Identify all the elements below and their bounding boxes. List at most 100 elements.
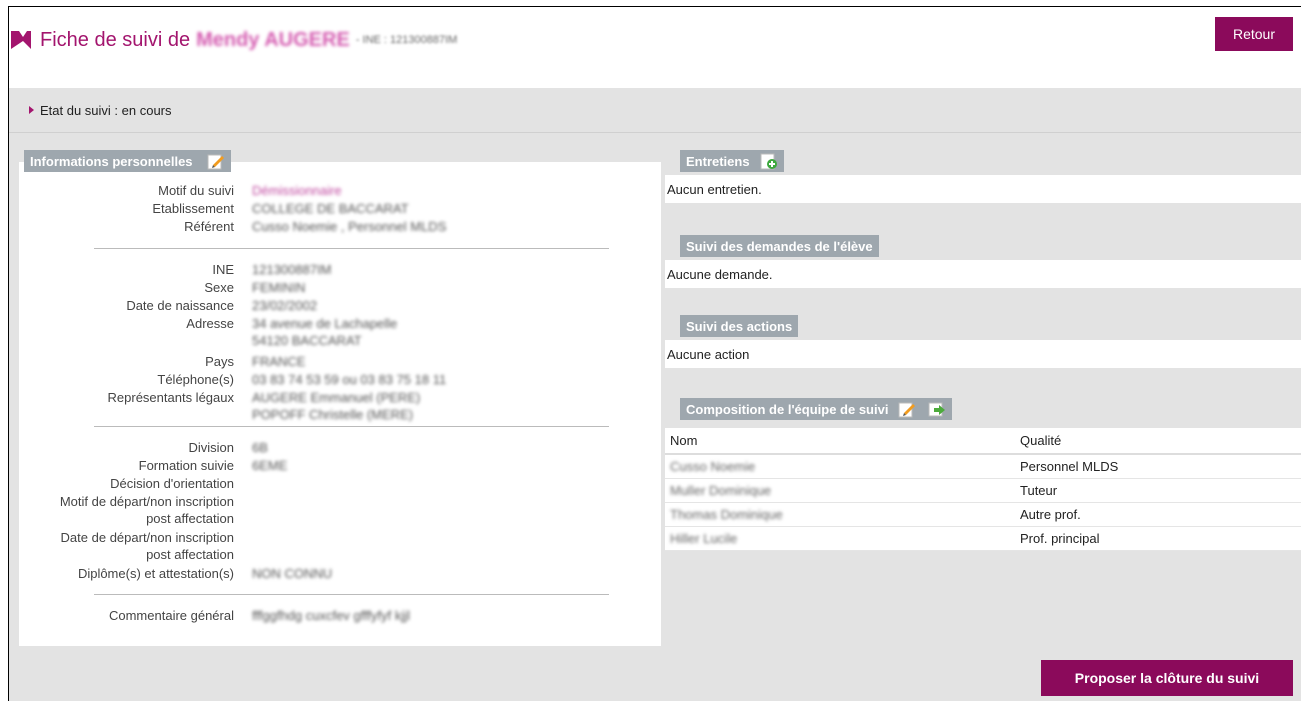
status-label: Etat du suivi : en cours [40, 102, 172, 118]
info-row: Date de naissance 23/02/2002 [19, 297, 661, 314]
table-row: Muller Dominique Tuteur [665, 478, 1301, 503]
team-header: Composition de l'équipe de suivi [680, 398, 953, 420]
info-row: Pays FRANCE [19, 353, 661, 370]
info-row: Formation suivie 6EME [19, 457, 661, 474]
table-row: Hiller Lucile Prof. principal [665, 526, 1301, 551]
info-row: Sexe FEMININ [19, 279, 661, 296]
add-icon[interactable] [760, 152, 778, 170]
page-header: Fiche de suivi de Mendy AUGERE - INE : 1… [10, 20, 457, 60]
demandes-header: Suivi des demandes de l'élève [680, 235, 879, 257]
section-title: Composition de l'équipe de suivi [686, 401, 889, 417]
member-role: Prof. principal [1015, 526, 1301, 551]
field-value: COLLEGE DE BACCARAT [252, 201, 409, 216]
info-row: Motif du suivi Démissionnaire [19, 182, 661, 199]
empty-message: Aucun entretien. [667, 181, 762, 197]
team-table: Nom Qualité Cusso Noemie Personnel MLDS … [665, 428, 1301, 551]
actions-bar: Aucune action [665, 340, 1301, 368]
empty-message: Aucune action [667, 346, 750, 362]
field-label: Date de naissance [126, 298, 234, 313]
info-row: INE 121300887IM [19, 261, 661, 278]
divider [94, 426, 609, 427]
field-label: Représentants légaux [107, 390, 234, 405]
section-title: Entretiens [686, 153, 750, 169]
bullet-arrow-icon [29, 106, 34, 114]
field-value: FEMININ [252, 280, 306, 295]
member-name: Thomas Dominique [665, 502, 1015, 527]
field-value: 121300887IM [252, 262, 332, 277]
field-label: Sexe [204, 280, 234, 295]
column-header-qualite: Qualité [1015, 428, 1301, 455]
section-title: Suivi des demandes de l'élève [686, 238, 873, 254]
table-row: Cusso Noemie Personnel MLDS [665, 454, 1301, 479]
member-role: Autre prof. [1015, 502, 1301, 527]
field-value: FRANCE [252, 354, 306, 369]
member-role: Personnel MLDS [1015, 454, 1301, 479]
table-row: Thomas Dominique Autre prof. [665, 502, 1301, 527]
address-line: 54120 BACCARAT [252, 333, 362, 348]
table-header-row: Nom Qualité [665, 428, 1301, 455]
propose-closure-button[interactable]: Proposer la clôture du suivi [1041, 660, 1293, 696]
field-value: 03 83 74 53 59 ou 03 83 75 18 11 [252, 372, 447, 387]
field-label: Référent [184, 219, 234, 234]
actions-header: Suivi des actions [680, 315, 799, 337]
guardian-line: AUGERE Emmanuel (PERE) [252, 390, 421, 405]
page-title: Fiche de suivi de [40, 28, 191, 51]
field-label: INE [212, 262, 234, 277]
export-icon[interactable] [928, 400, 946, 418]
demandes-bar: Aucune demande. [665, 260, 1301, 288]
field-label: Décision d'orientation [110, 476, 234, 491]
member-role: Tuteur [1015, 478, 1301, 503]
guardian-line: POPOFF Christelle (MERE) [252, 407, 414, 422]
field-value: 6B [252, 440, 268, 455]
field-value: 23/02/2002 [252, 298, 318, 313]
edit-icon[interactable] [207, 152, 225, 170]
field-label: Adresse [186, 316, 234, 331]
field-value: NON CONNU [252, 566, 333, 581]
empty-message: Aucune demande. [667, 266, 773, 282]
field-label: Formation suivie [138, 458, 234, 473]
field-label: Commentaire général [108, 608, 234, 623]
field-value: 6EME [252, 458, 288, 473]
info-row: Diplôme(s) et attestation(s) NON CONNU [19, 565, 661, 582]
field-label: Pays [205, 354, 234, 369]
divider [94, 248, 609, 249]
column-header-nom: Nom [665, 428, 1015, 455]
content-area: Etat du suivi : en cours Motif du suivi … [9, 88, 1301, 701]
field-label: Date de départ/non inscription post affe… [60, 530, 234, 562]
member-name: Cusso Noemie [665, 454, 1015, 479]
entretiens-header: Entretiens [680, 150, 784, 172]
info-row: Etablissement COLLEGE DE BACCARAT [19, 200, 661, 217]
info-row: Adresse 34 avenue de Lachapelle 54120 BA… [19, 315, 661, 349]
edit-icon[interactable] [898, 400, 916, 418]
field-value: 34 avenue de Lachapelle 54120 BACCARAT [252, 315, 397, 349]
info-row: Décision d'orientation [19, 475, 661, 492]
info-row: Commentaire général fffggfhdg cuxcfev gf… [19, 607, 661, 624]
entretiens-bar: Aucun entretien. [665, 175, 1301, 203]
field-label: Motif de départ/non inscription post aff… [59, 494, 234, 526]
info-row: Référent Cusso Noemie , Personnel MLDS [19, 218, 661, 235]
field-label: Téléphone(s) [157, 372, 234, 387]
status-row: Etat du suivi : en cours [9, 88, 1301, 133]
logo-icon [11, 31, 31, 49]
personal-info-header: Informations personnelles [24, 150, 231, 172]
field-label: Etablissement [152, 201, 234, 216]
personal-info-panel: Motif du suivi Démissionnaire Etablissem… [19, 162, 661, 646]
member-name: Hiller Lucile [665, 526, 1015, 551]
section-title: Informations personnelles [30, 153, 193, 169]
info-row: Date de départ/non inscription post affe… [19, 529, 661, 563]
field-value: fffggfhdg cuxcfev gfffyfyf kjjl [252, 608, 411, 623]
student-name: Mendy AUGERE [196, 28, 350, 51]
info-row: Division 6B [19, 439, 661, 456]
info-row: Téléphone(s) 03 83 74 53 59 ou 03 83 75 … [19, 371, 661, 388]
divider [94, 594, 609, 595]
back-button[interactable]: Retour [1215, 17, 1293, 51]
field-value: Démissionnaire [252, 183, 342, 198]
address-line: 34 avenue de Lachapelle [252, 316, 398, 331]
info-row: Motif de départ/non inscription post aff… [19, 493, 661, 527]
field-value: Cusso Noemie , Personnel MLDS [252, 219, 447, 234]
field-label: Diplôme(s) et attestation(s) [77, 566, 234, 581]
section-title: Suivi des actions [686, 318, 793, 334]
member-name: Muller Dominique [665, 478, 1015, 503]
field-value: AUGERE Emmanuel (PERE) POPOFF Christelle… [252, 389, 420, 423]
field-label: Division [188, 440, 234, 455]
